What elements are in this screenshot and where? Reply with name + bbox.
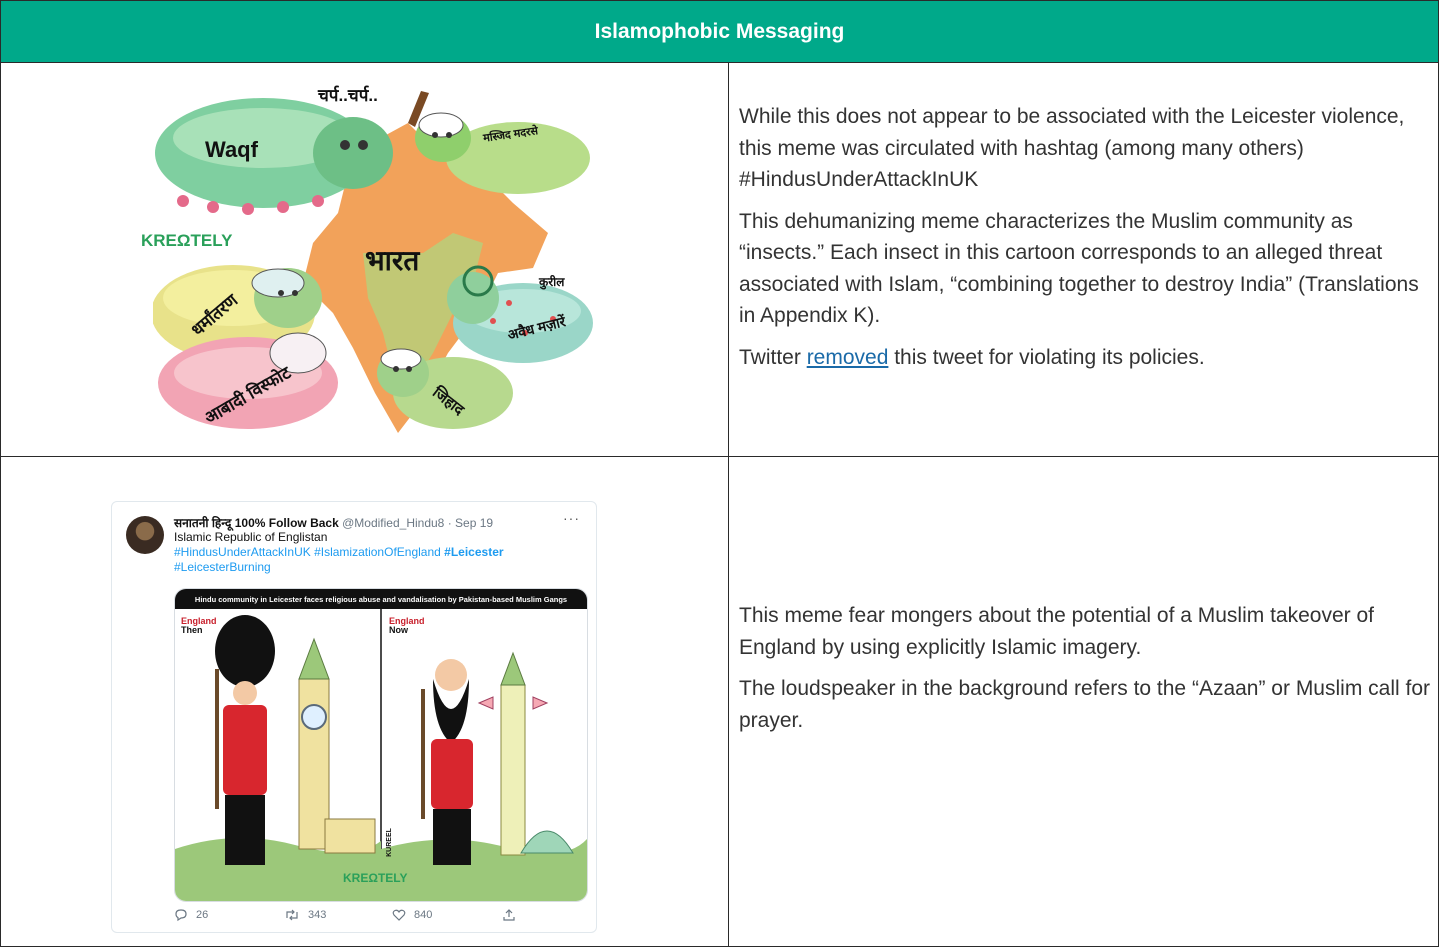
document-table: Islamophobic Messaging चर्प..चर्प.. Waqf… [0,0,1439,947]
removed-prefix: Twitter [739,345,807,369]
retweet-icon [286,909,298,921]
tweet-media[interactable]: Hindu community in Leicester faces relig… [174,588,588,902]
tweet-header: सनातनी हिन्दू 100% Follow Back @Modified… [174,514,493,531]
like-count: 840 [414,909,433,921]
tweet-hashtags-line: #HindusUnderAttackInUK #IslamizationOfEn… [174,545,504,559]
tweet-cell: सनातनी हिन्दू 100% Follow Back @Modified… [1,457,729,947]
more-options-icon[interactable]: ··· [563,510,580,526]
table-header: Islamophobic Messaging [1,1,1438,63]
hashtag-link[interactable]: #LeicesterBurning [174,560,271,574]
description-text: This meme fear mongers about the potenti… [739,600,1432,746]
avatar[interactable] [126,516,164,554]
cartoon-brand-label: KREΩTELY [141,231,233,250]
retweet-button[interactable]: 343 [284,908,326,922]
description-text: While this does not appear to be associa… [739,101,1432,383]
description-paragraph: The loudspeaker in the background refers… [739,677,1431,732]
removed-suffix: this tweet for violating its policies. [888,345,1205,369]
media-signature: KUREEL [385,828,393,857]
retweet-count: 343 [308,909,327,921]
cartoon-cell: चर्प..चर्प.. Waqf मस्जिद मदरसे KREΩTELY … [1,63,729,456]
tweet-text-line: Islamic Republic of Englistan [174,530,328,544]
removed-note: Twitter removed this tweet for violating… [739,342,1432,374]
media-caption: Hindu community in Leicester faces relig… [175,589,587,609]
table-row: सनातनी हिन्दू 100% Follow Back @Modified… [1,457,1438,947]
hashtag-link[interactable]: #IslamizationOfEngland [314,545,441,559]
description-cell: While this does not appear to be associa… [729,63,1438,456]
then-now-cartoon [175,609,587,901]
cartoon-bharat-label: भारत [365,245,420,276]
insects-cartoon: चर्प..चर्प.. Waqf मस्जिद मदरसे KREΩTELY … [141,83,593,441]
table-row: चर्प..चर्प.. Waqf मस्जिद मदरसे KREΩTELY … [1,63,1438,457]
tweet-hashtags-line: #LeicesterBurning [174,560,271,574]
removed-link[interactable]: removed [807,346,889,369]
cartoon-waqf-label: Waqf [205,137,258,162]
reply-count: 26 [196,909,209,921]
tweet-date[interactable]: · Sep 19 [448,516,493,530]
cartoon-kureel-label: कुरील [539,275,565,289]
cartoon-sound-label: चर्प..चर्प.. [318,86,378,105]
description-paragraph: While this does not appear to be associa… [739,105,1405,191]
reply-icon [175,909,187,922]
tweet-card: सनातनी हिन्दू 100% Follow Back @Modified… [111,501,597,933]
panel-label-then: England Then [181,616,217,636]
description-cell: This meme fear mongers about the potenti… [729,457,1438,947]
like-button[interactable]: 840 [392,908,432,922]
hashtag-link[interactable]: #HindusUnderAttackInUK [174,545,311,559]
hashtag-link[interactable]: #Leicester [444,545,503,559]
reply-button[interactable]: 26 [174,908,208,922]
share-icon [503,909,515,921]
tweet-author-handle[interactable]: @Modified_Hindu8 [342,516,444,530]
share-button[interactable] [502,908,516,922]
description-paragraph: This meme fear mongers about the potenti… [739,604,1374,659]
heart-icon [392,909,406,921]
tweet-author-name[interactable]: सनातनी हिन्दू 100% Follow Back [174,516,339,530]
description-paragraph: This dehumanizing meme characterizes the… [739,209,1419,328]
panel-label-now: England Now [389,616,425,636]
table-title: Islamophobic Messaging [594,19,845,43]
tweet-actions: 26 343 840 [174,906,586,928]
media-brand-label: KREΩTELY [343,871,408,885]
